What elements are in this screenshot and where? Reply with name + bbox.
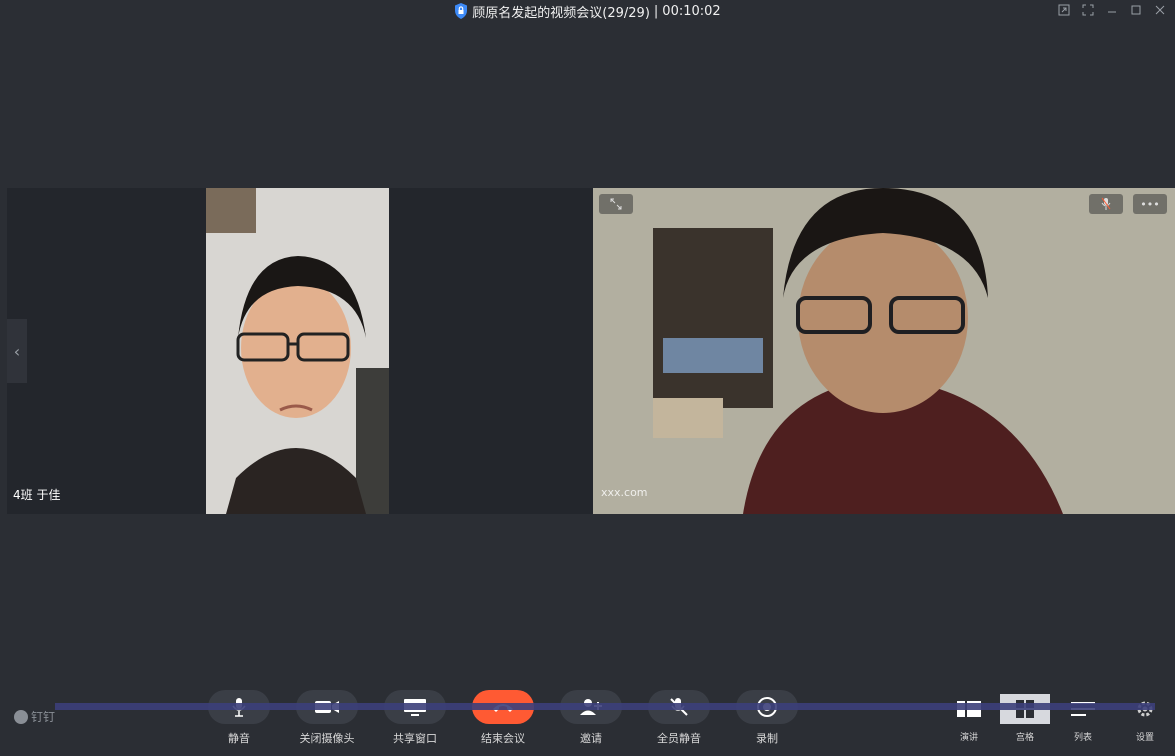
chevron-left-icon: ‹ [13, 341, 21, 361]
tile-more-button[interactable]: ••• [1133, 194, 1167, 214]
more-icon: ••• [1140, 197, 1160, 211]
video-grid-row: 4班 于佳 ••• xxx.com [7, 188, 1175, 514]
meeting-timer: 00:10:02 [662, 3, 721, 19]
view-list-button[interactable]: 列表 [1058, 694, 1108, 743]
camera-off-button[interactable]: 关闭摄像头 [295, 690, 359, 746]
view-grid-button[interactable]: 宫格 [1000, 694, 1050, 743]
fullscreen-icon[interactable] [1081, 2, 1095, 18]
participant-2-video [593, 188, 1175, 514]
shield-icon [455, 3, 468, 19]
camera-off-label: 关闭摄像头 [299, 732, 355, 745]
settings-label: 设置 [1135, 733, 1154, 743]
share-window-button[interactable]: 共享窗口 [383, 690, 447, 746]
maximize-icon[interactable] [1129, 2, 1143, 18]
expand-icon [610, 198, 622, 210]
invite-button[interactable]: 邀请 [559, 690, 623, 746]
view-grid-label: 宫格 [1015, 733, 1034, 743]
window-controls [1057, 2, 1167, 18]
record-button[interactable]: 录制 [735, 690, 799, 746]
video-tile-participant-2[interactable]: ••• xxx.com [593, 188, 1175, 514]
meeting-toolbar: 钉钉 静音 关闭摄像头 共享窗口 结束会议 邀请 全员静音 录制 演讲 宫格 列… [0, 680, 1175, 756]
tile-mic-button[interactable] [1089, 194, 1123, 214]
end-meeting-button[interactable]: 结束会议 [471, 690, 535, 746]
view-speaker-button[interactable]: 演讲 [944, 694, 994, 743]
participant-1-video [206, 188, 389, 514]
dingtalk-brand: 钉钉 [14, 708, 55, 725]
mic-muted-icon [1101, 197, 1111, 210]
popout-icon[interactable] [1057, 2, 1071, 18]
tile-expand-button[interactable] [599, 194, 633, 214]
brand-text: 钉钉 [31, 710, 56, 724]
title-wrap: 顾原名发起的视频会议(29/29) | 00:10:02 [454, 2, 721, 21]
minimize-icon[interactable] [1105, 2, 1119, 18]
dingtalk-logo-icon [14, 709, 28, 724]
settings-button[interactable]: 设置 [1120, 694, 1170, 743]
title-separator: | [653, 3, 659, 19]
participant-name-label-right: xxx.com [601, 486, 648, 499]
end-meeting-label: 结束会议 [481, 732, 525, 745]
view-speaker-label: 演讲 [959, 733, 978, 743]
decorative-stripe [55, 703, 1155, 710]
share-window-label: 共享窗口 [393, 732, 437, 745]
video-stage: 4班 于佳 ••• xxx.com ‹ [7, 22, 1175, 680]
meeting-title: 顾原名发起的视频会议(29/29) [472, 5, 650, 21]
close-icon[interactable] [1153, 2, 1167, 18]
record-label: 录制 [756, 732, 778, 745]
mute-button[interactable]: 静音 [207, 690, 271, 746]
mute-label: 静音 [228, 732, 250, 745]
mute-all-label: 全员静音 [657, 732, 701, 745]
view-list-label: 列表 [1073, 733, 1092, 743]
title-bar: 顾原名发起的视频会议(29/29) | 00:10:02 [0, 0, 1175, 22]
invite-label: 邀请 [580, 732, 602, 745]
mute-all-button[interactable]: 全员静音 [647, 690, 711, 746]
previous-page-button[interactable]: ‹ [7, 319, 27, 383]
participant-name-label-left: 4班 于佳 [13, 488, 61, 502]
video-tile-participant-1[interactable] [206, 188, 389, 514]
empty-tile-gap [389, 188, 592, 514]
